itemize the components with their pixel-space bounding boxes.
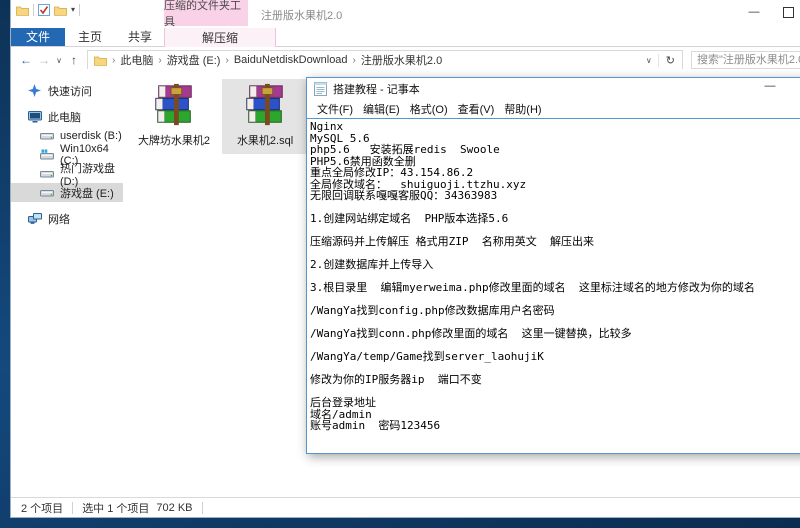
status-separator: [72, 502, 73, 514]
minimize-button[interactable]: —: [737, 0, 771, 24]
sidebar-item-this-pc[interactable]: 此电脑: [11, 107, 123, 126]
window-title: 注册版水果机2.0: [261, 7, 342, 23]
breadcrumb: › 此电脑 › 游戏盘 (E:) › BaiduNetdiskDownload …: [88, 52, 640, 68]
notepad-icon: [314, 81, 327, 96]
sidebar-item-network[interactable]: 网络: [11, 209, 123, 228]
notepad-title: 搭建教程 - 记事本: [333, 81, 420, 97]
menu-file[interactable]: 文件(F): [312, 101, 358, 117]
breadcrumb-current-folder[interactable]: 注册版水果机2.0: [358, 52, 445, 68]
sidebar-label: 快速访问: [48, 83, 92, 99]
drive-icon: [40, 167, 55, 180]
sidebar-item-quick-access[interactable]: 快速访问: [11, 81, 123, 100]
sidebar-label: userdisk (B:): [60, 130, 122, 142]
up-icon[interactable]: ↑: [65, 53, 83, 67]
menu-format[interactable]: 格式(O): [405, 101, 453, 117]
sidebar-label: 游戏盘 (E:): [60, 185, 114, 201]
notepad-text: Nginx MySQL 5.6 php5.6 安装拓展redis Swoole …: [307, 119, 800, 432]
breadcrumb-separator: ›: [351, 55, 358, 66]
notepad-menubar: 文件(F) 编辑(E) 格式(O) 查看(V) 帮助(H): [307, 99, 800, 118]
quick-access-star-icon: [28, 84, 43, 97]
sidebar-label: 此电脑: [48, 109, 81, 125]
contextual-tab-group: 压缩的文件夹工具: [164, 0, 248, 26]
address-bar[interactable]: › 此电脑 › 游戏盘 (E:) › BaiduNetdiskDownload …: [87, 50, 683, 70]
folder-icon: [94, 54, 108, 67]
tab-file[interactable]: 文件: [11, 28, 65, 46]
back-icon[interactable]: ←: [17, 53, 35, 67]
selection-size: 702 KB: [156, 502, 192, 514]
sidebar-label: 网络: [48, 211, 70, 227]
address-dropdown-icon[interactable]: ∨: [640, 56, 658, 65]
notepad-titlebar: 搭建教程 - 记事本 —: [307, 78, 800, 99]
new-folder-icon[interactable]: [54, 5, 67, 16]
notepad-window: 搭建教程 - 记事本 — 文件(F) 编辑(E) 格式(O) 查看(V) 帮助(…: [306, 77, 800, 454]
breadcrumb-baidunetdiskdownload[interactable]: BaiduNetdiskDownload: [231, 54, 351, 66]
explorer-titlebar: ▾ 压缩的文件夹工具 注册版水果机2.0 —: [11, 0, 800, 28]
refresh-icon[interactable]: ↻: [658, 54, 682, 67]
search-input[interactable]: [691, 51, 800, 69]
notepad-edit-area[interactable]: Nginx MySQL 5.6 php5.6 安装拓展redis Swoole …: [307, 118, 800, 453]
history-chevron-icon[interactable]: ∨: [53, 56, 65, 65]
drive-icon: [40, 129, 55, 142]
folder-icon[interactable]: [16, 5, 29, 16]
maximize-button[interactable]: [771, 0, 800, 24]
menu-edit[interactable]: 编辑(E): [358, 101, 405, 117]
item-count: 2 个项目: [21, 500, 63, 516]
breadcrumb-separator: ›: [156, 55, 163, 66]
tab-home[interactable]: 主页: [65, 28, 115, 46]
drive-icon: [40, 186, 55, 199]
sidebar-label: 热门游戏盘 (D:): [60, 160, 123, 188]
tab-share[interactable]: 共享: [115, 28, 165, 46]
menu-view[interactable]: 查看(V): [453, 101, 500, 117]
desktop: { "icons": { "back": "←", "forward": "→"…: [0, 0, 800, 528]
navigation-pane: 快速访问 此电脑 userdisk (B:) Win10x64 (C:): [11, 69, 123, 497]
file-name: 大牌坊水果机2: [131, 135, 217, 148]
tab-extract[interactable]: 解压缩: [164, 28, 276, 47]
maximize-icon: [783, 7, 794, 18]
breadcrumb-separator: ›: [110, 55, 117, 66]
menu-help[interactable]: 帮助(H): [499, 101, 546, 117]
selection-count: 选中 1 个项目: [82, 500, 149, 516]
qat-dropdown-icon[interactable]: ▾: [71, 5, 75, 15]
breadcrumb-this-pc[interactable]: 此电脑: [117, 52, 156, 68]
winrar-archive-icon: [151, 83, 197, 127]
file-item-rar-archive[interactable]: 大牌坊水果机2: [131, 79, 217, 154]
file-item-sql-archive[interactable]: 水果机2.sql: [222, 79, 308, 154]
winrar-archive-icon: [242, 83, 288, 127]
toolbar-separator: [79, 4, 80, 16]
notepad-minimize-button[interactable]: —: [755, 80, 785, 92]
breadcrumb-drive-e[interactable]: 游戏盘 (E:): [164, 52, 224, 68]
toolbar-separator: [33, 4, 34, 16]
forward-icon[interactable]: →: [35, 53, 53, 67]
breadcrumb-separator: ›: [223, 55, 230, 66]
file-name: 水果机2.sql: [222, 135, 308, 148]
system-drive-icon: [40, 148, 55, 161]
computer-icon: [28, 110, 43, 123]
quick-access-toolbar: ▾: [16, 4, 80, 16]
sidebar-item-drive-d[interactable]: 热门游戏盘 (D:): [11, 164, 123, 183]
status-bar: 2 个项目 选中 1 个项目 702 KB: [11, 497, 800, 517]
properties-check-icon[interactable]: [38, 4, 50, 16]
sidebar-item-drive-e[interactable]: 游戏盘 (E:): [11, 183, 123, 202]
status-separator: [202, 502, 203, 514]
network-icon: [28, 212, 43, 225]
ribbon-tabs: 文件 主页 共享 查看 解压缩: [11, 28, 800, 47]
window-controls: —: [737, 0, 800, 24]
